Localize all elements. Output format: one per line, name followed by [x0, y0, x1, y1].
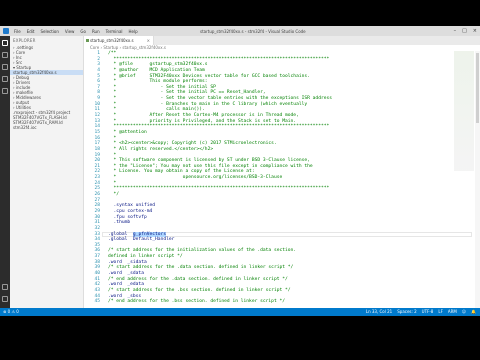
asm-file-icon — [86, 39, 89, 42]
explorer-header: EXPLORER — [13, 38, 36, 43]
tab-label: startup_stm32f40xx.s — [90, 38, 134, 43]
menu-view[interactable]: View — [65, 29, 75, 34]
account-icon[interactable] — [2, 284, 8, 290]
menu-edit[interactable]: Edit — [27, 29, 35, 34]
window-controls: – □ × — [454, 28, 477, 34]
letterbox-bottom — [0, 316, 480, 360]
status-item[interactable]: 🔔 — [471, 308, 476, 316]
search-icon[interactable] — [2, 52, 8, 58]
minimap[interactable] — [454, 51, 474, 171]
run-debug-icon[interactable] — [2, 76, 8, 82]
menu-file[interactable]: File — [14, 29, 21, 34]
tab-startup-file[interactable]: startup_stm32f40xx.s × — [84, 36, 154, 45]
explorer-sidebar: EXPLORER › .settings › Core › Inc › Src ▾… — [10, 36, 84, 308]
line-number: 45 — [94, 299, 100, 305]
status-bar: ⊗ 0 ⚠ 0 Ln 33, Col 21 Spaces: 2 UTF-8 LF ARM… — [0, 308, 480, 316]
menu-run[interactable]: Run — [92, 29, 100, 34]
file-tree: › .settings › Core › Inc › Src ▾ Startup … — [10, 45, 83, 130]
status-item[interactable]: LF — [438, 308, 443, 316]
source-control-icon[interactable] — [2, 64, 8, 70]
problems-indicator[interactable]: ⊗ 0 ⚠ 0 — [3, 308, 19, 316]
close-tab-icon[interactable]: × — [147, 36, 150, 45]
minimize-icon[interactable]: – — [454, 28, 457, 34]
menu-go[interactable]: Go — [80, 29, 86, 34]
line-number-gutter: 1 2 3 4 5 6 7 8 9 10 11 12 13 14 15 16 17 18 19 20 21 22 23 24 2… — [84, 51, 102, 308]
vertical-scrollbar[interactable] — [475, 51, 480, 308]
code-area[interactable]: /** ************************************… — [108, 51, 478, 305]
vscode-window: File Edit Selection View Go Run Terminal… — [0, 26, 480, 316]
code-line[interactable]: /* end address for the .bss section. def… — [108, 299, 478, 305]
gear-icon[interactable] — [2, 296, 8, 302]
highlighted-symbol: g_pfnVectors — [132, 231, 167, 237]
title-bar: File Edit Selection View Go Run Terminal… — [0, 26, 480, 36]
menu-bar: File Edit Selection View Go Run Terminal… — [14, 29, 138, 34]
vscode-logo-icon — [3, 28, 9, 34]
status-item[interactable]: Ln 33, Col 21 — [366, 308, 392, 316]
code-editor[interactable]: 1 2 3 4 5 6 7 8 9 10 11 12 13 14 15 16 17 18 19 20 21 22 23 24 2… — [84, 51, 480, 308]
status-item[interactable]: UTF-8 — [422, 308, 434, 316]
status-item[interactable]: ☺ — [462, 308, 466, 316]
menu-help[interactable]: Help — [129, 29, 138, 34]
editor-tabs: startup_stm32f40xx.s × — [84, 36, 480, 45]
maximize-icon[interactable]: □ — [462, 28, 467, 34]
scrollbar-thumb[interactable] — [476, 53, 479, 123]
menu-terminal[interactable]: Terminal — [106, 29, 123, 34]
menu-selection[interactable]: Selection — [40, 29, 58, 34]
extensions-icon[interactable] — [2, 88, 8, 94]
window-title: startup_stm32f40xx.s - stm32f4 - Visual … — [200, 29, 306, 34]
status-item[interactable]: Spaces: 2 — [397, 308, 416, 316]
explorer-icon[interactable] — [2, 40, 8, 46]
activity-bar — [0, 36, 10, 308]
letterbox-top — [0, 0, 480, 26]
status-item[interactable]: ARM — [448, 308, 457, 316]
tree-item[interactable]: stm32f4.ioc — [10, 125, 83, 130]
status-right-items: Ln 33, Col 21 Spaces: 2 UTF-8 LF ARM ☺ 🔔 — [366, 308, 476, 316]
close-icon[interactable]: × — [473, 28, 477, 34]
